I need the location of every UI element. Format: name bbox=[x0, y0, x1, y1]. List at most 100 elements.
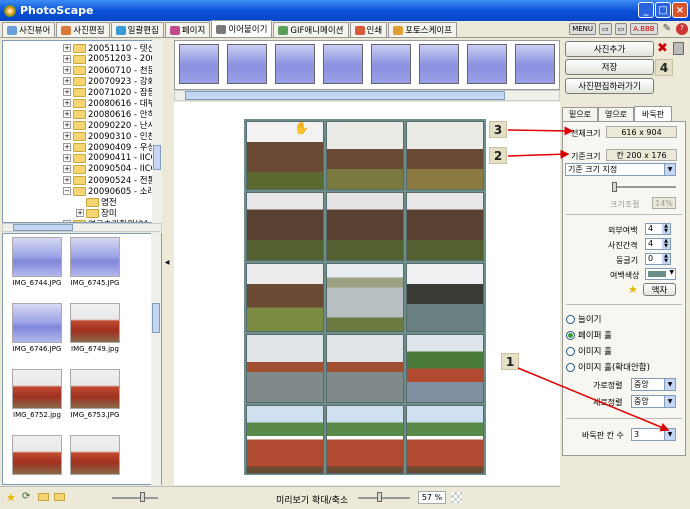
fit-mode-radio[interactable]: 이미지 훌(확대안함) bbox=[566, 361, 650, 373]
thumbnail[interactable]: IMG_6745.JPG bbox=[69, 237, 121, 293]
star-icon[interactable]: ★ bbox=[6, 491, 16, 504]
thumbnail[interactable]: IMG_6746.JPG bbox=[11, 303, 63, 359]
thumbnail-size-handle[interactable] bbox=[140, 492, 145, 502]
filmstrip-photo[interactable] bbox=[323, 44, 363, 84]
tab-5[interactable]: GIF애니메이션 bbox=[273, 22, 349, 37]
expand-icon[interactable]: + bbox=[63, 110, 71, 118]
expand-icon[interactable]: + bbox=[63, 88, 71, 96]
collage-photo[interactable] bbox=[326, 263, 404, 332]
collapse-icon[interactable]: − bbox=[63, 187, 71, 195]
image-folder-icon[interactable] bbox=[54, 493, 65, 501]
base-size-select[interactable]: 기준 크기 지정 ▼ bbox=[565, 163, 676, 176]
collage-photo[interactable] bbox=[326, 121, 404, 190]
collage-photo[interactable] bbox=[246, 121, 324, 190]
filmstrip-photo[interactable] bbox=[467, 44, 507, 84]
outer-margin-input[interactable]: 4 ▲ ▼ bbox=[645, 223, 671, 235]
spacing-input[interactable]: 4 ▲ ▼ bbox=[645, 238, 671, 250]
window-icon[interactable]: ▭ bbox=[599, 23, 612, 35]
tab-3[interactable]: 페이지 bbox=[164, 22, 211, 37]
maximize-button[interactable]: □ bbox=[655, 2, 671, 18]
grid-cols-select[interactable]: 3 ▼ bbox=[631, 428, 676, 441]
tree-vertical-scrollbar[interactable] bbox=[152, 40, 162, 223]
radio-icon[interactable] bbox=[566, 330, 575, 340]
tab-side[interactable]: 옆으로 bbox=[598, 107, 634, 121]
delete-icon[interactable]: ✖ bbox=[657, 41, 668, 56]
collage-photo[interactable] bbox=[406, 192, 484, 261]
expand-icon[interactable]: + bbox=[63, 66, 71, 74]
collage-photo[interactable] bbox=[406, 334, 484, 403]
radio-icon[interactable] bbox=[566, 314, 575, 324]
tab-7[interactable]: 포토스케이프 bbox=[388, 22, 458, 37]
spinner-icon[interactable]: ▲ ▼ bbox=[662, 224, 670, 234]
filmstrip-photo[interactable] bbox=[371, 44, 411, 84]
chevron-down-icon[interactable]: ▼ bbox=[664, 379, 675, 390]
trash-icon[interactable] bbox=[673, 42, 684, 55]
chevron-down-icon[interactable]: ▼ bbox=[664, 164, 675, 175]
size-slider-handle[interactable] bbox=[612, 182, 617, 192]
close-button[interactable]: × bbox=[672, 2, 688, 18]
collage-photo[interactable] bbox=[326, 405, 404, 474]
fit-mode-radio[interactable]: 늘이기 bbox=[566, 313, 601, 325]
filmstrip-photo[interactable] bbox=[419, 44, 459, 84]
collage-photo[interactable] bbox=[246, 192, 324, 261]
tab-2[interactable]: 일괄편집 bbox=[110, 22, 164, 37]
collage-photo[interactable] bbox=[326, 192, 404, 261]
expand-icon[interactable]: + bbox=[63, 165, 71, 173]
expand-icon[interactable]: + bbox=[63, 99, 71, 107]
chevron-down-icon[interactable]: ▼ bbox=[664, 396, 675, 407]
thumbnail-vertical-scrollbar[interactable] bbox=[151, 233, 161, 485]
collage-photo[interactable] bbox=[246, 263, 324, 332]
margin-color-picker[interactable]: ▼ bbox=[645, 268, 676, 280]
filmstrip-photo[interactable] bbox=[515, 44, 555, 84]
tree-horizontal-scrollbar[interactable] bbox=[2, 223, 162, 232]
tab-down[interactable]: 밑으로 bbox=[562, 107, 598, 121]
collage-photo[interactable] bbox=[246, 334, 324, 403]
fit-mode-radio[interactable]: 페이퍼 훌 bbox=[566, 329, 612, 341]
collage-photo[interactable] bbox=[326, 334, 404, 403]
chevron-down-icon[interactable]: ▼ bbox=[669, 269, 674, 276]
spinner-icon[interactable]: ▲ ▼ bbox=[662, 254, 670, 264]
expand-icon[interactable]: + bbox=[63, 55, 71, 63]
expand-icon[interactable]: + bbox=[63, 154, 71, 162]
collage-preview[interactable] bbox=[244, 119, 486, 475]
go-edit-button[interactable]: 사진편집하러가기 bbox=[565, 78, 654, 94]
thumbnail[interactable]: IMG_6744.JPG bbox=[11, 237, 63, 293]
filmstrip-photo[interactable] bbox=[227, 44, 267, 84]
filmstrip-photo[interactable] bbox=[179, 44, 219, 84]
collage-photo[interactable] bbox=[246, 405, 324, 474]
refresh-icon[interactable]: ⟳ bbox=[22, 491, 30, 502]
checker-icon[interactable] bbox=[451, 492, 462, 503]
expand-icon[interactable]: + bbox=[63, 121, 71, 129]
frame-button[interactable]: 액자 bbox=[643, 283, 676, 296]
star-icon[interactable]: ★ bbox=[628, 283, 638, 296]
font-icon[interactable]: A.BBB bbox=[630, 23, 658, 35]
filmstrip-scrollbar[interactable] bbox=[174, 90, 560, 101]
expand-icon[interactable]: + bbox=[63, 44, 71, 52]
tab-0[interactable]: 사진뷰어 bbox=[2, 22, 56, 37]
tab-grid[interactable]: 바둑판 bbox=[634, 106, 672, 121]
add-photo-button[interactable]: 사진추가 bbox=[565, 41, 654, 57]
filmstrip-photo[interactable] bbox=[275, 44, 315, 84]
collage-photo[interactable] bbox=[406, 121, 484, 190]
zoom-slider-handle[interactable] bbox=[377, 492, 382, 502]
expand-icon[interactable]: + bbox=[76, 209, 84, 217]
expand-icon[interactable]: + bbox=[63, 176, 71, 184]
fit-mode-radio[interactable]: 이미지 훌 bbox=[566, 345, 612, 357]
round-input[interactable]: 0 ▲ ▼ bbox=[645, 253, 671, 265]
zoom-slider-track[interactable] bbox=[358, 497, 410, 499]
valign-select[interactable]: 중앙 ▼ bbox=[631, 395, 676, 408]
expand-icon[interactable]: + bbox=[63, 132, 71, 140]
panel-splitter[interactable]: ◀ bbox=[162, 40, 172, 485]
collage-photo[interactable] bbox=[406, 263, 484, 332]
thumbnail[interactable]: IMG_6753.JPG bbox=[69, 369, 121, 425]
thumbnail[interactable]: IMG_6749.jpg bbox=[69, 303, 121, 359]
tab-6[interactable]: 인쇄 bbox=[349, 22, 388, 37]
save-button[interactable]: 저장 bbox=[565, 59, 654, 75]
thumbnail[interactable]: IMG_6752.jpg bbox=[11, 369, 63, 425]
screen-icon[interactable]: ▭ bbox=[614, 23, 628, 35]
tab-4[interactable]: 이어붙이기 bbox=[211, 20, 273, 37]
tools-icon[interactable]: ✎ bbox=[661, 23, 673, 35]
thumbnail[interactable] bbox=[69, 435, 121, 484]
minimize-button[interactable]: _ bbox=[638, 2, 654, 18]
spinner-icon[interactable]: ▲ ▼ bbox=[662, 239, 670, 249]
